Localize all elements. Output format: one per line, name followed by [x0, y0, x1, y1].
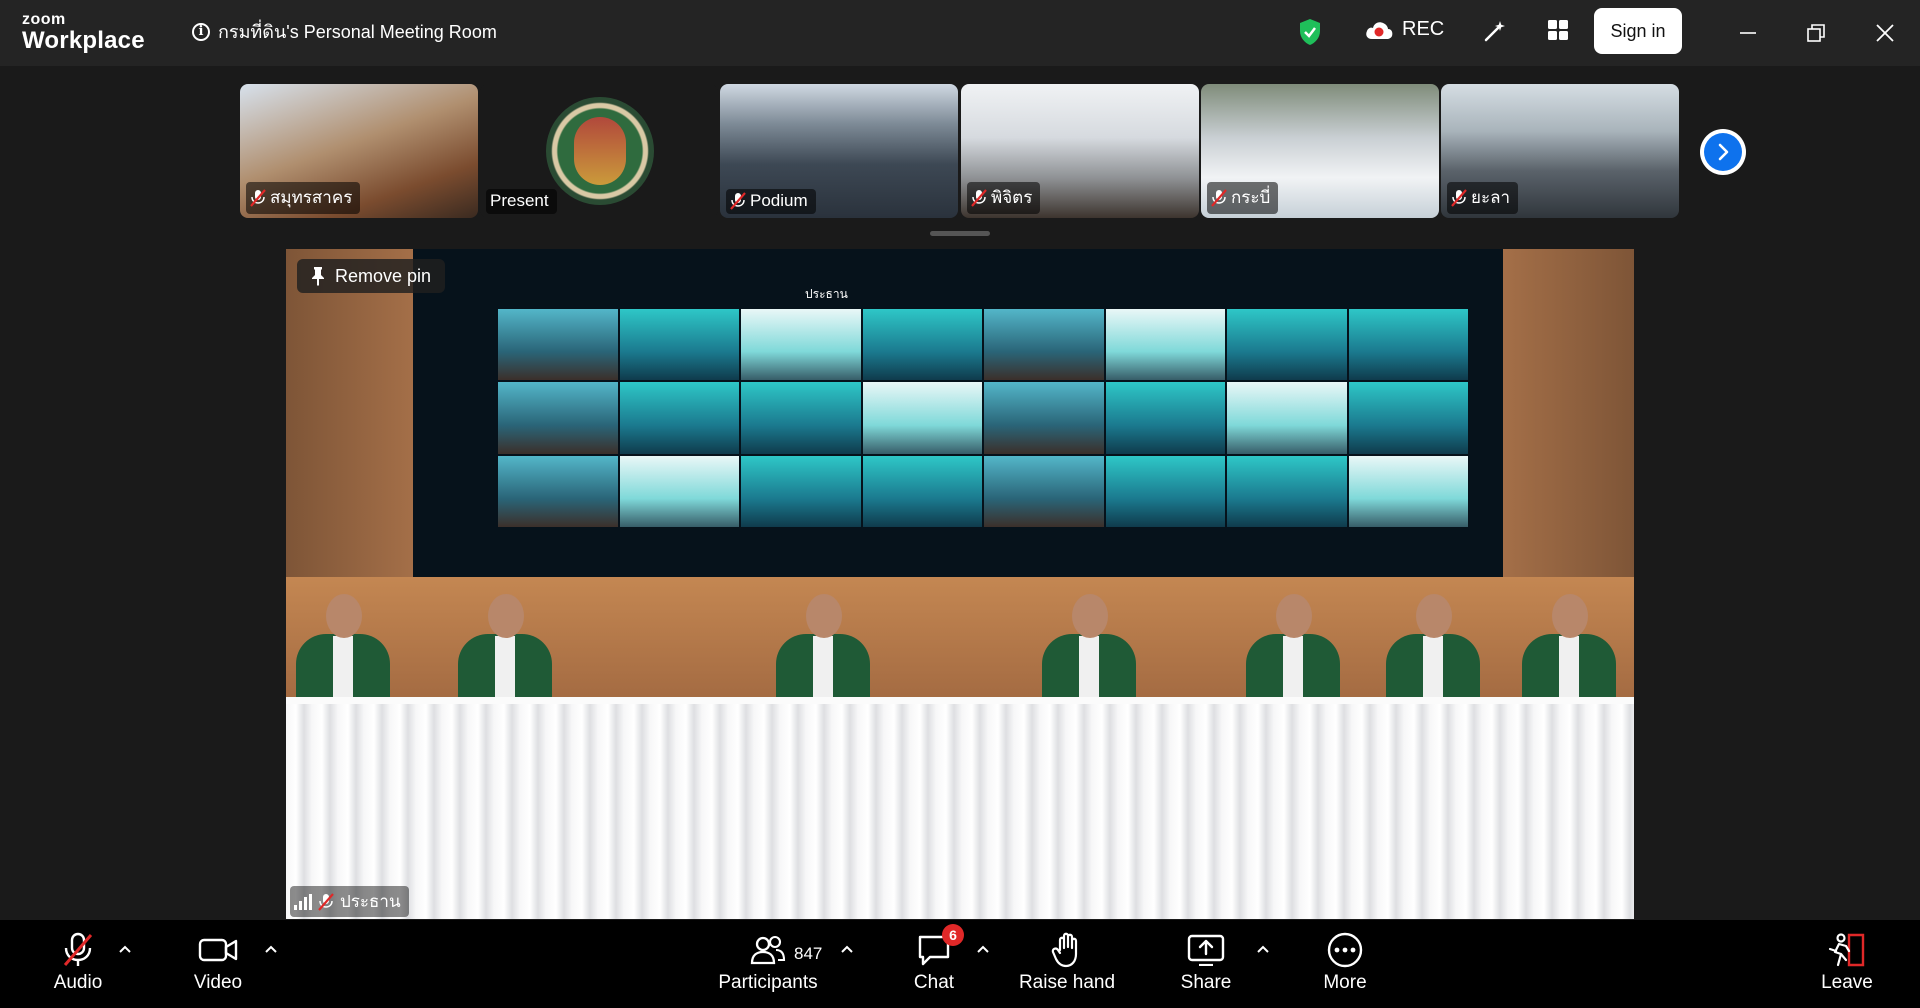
leave-door-icon [1828, 933, 1865, 967]
participant-tile[interactable]: กระบี่ [1201, 84, 1439, 218]
person [776, 594, 870, 716]
audio-options-caret-icon[interactable] [118, 942, 132, 956]
raise-hand-label: Raise hand [1018, 972, 1116, 993]
sign-in-button[interactable]: Sign in [1594, 8, 1682, 54]
mic-muted-icon [730, 192, 746, 210]
rec-label: REC [1402, 18, 1445, 40]
audio-button[interactable]: Audio [50, 932, 106, 994]
logo-bottom: Workplace [22, 27, 145, 54]
logo-top: zoom [22, 11, 66, 28]
person [1246, 594, 1340, 716]
participant-name-tag: กระบี่ [1207, 182, 1279, 214]
participant-thumbnail-strip: สมุทรสาคร Present Podium พิจิตร กระบี่ ย… [0, 66, 1920, 236]
recording-indicator[interactable]: REC [1364, 18, 1444, 41]
participants-label: Participants [718, 972, 818, 993]
participant-name-tag: Podium [726, 189, 816, 214]
more-button[interactable]: More [1320, 932, 1370, 994]
person [458, 594, 552, 716]
video-button[interactable]: Video [190, 932, 246, 994]
more-label: More [1323, 972, 1367, 993]
info-icon[interactable]: i [192, 22, 210, 41]
participant-name-tag: Present [486, 189, 557, 214]
table-skirt [286, 704, 1634, 919]
speaker-name: ประธาน [340, 892, 401, 911]
share-label: Share [1180, 972, 1232, 993]
screen-caption: ประธาน [805, 287, 848, 301]
participant-tile[interactable]: ยะลา [1441, 84, 1679, 218]
pin-icon [312, 267, 324, 286]
magic-wand-icon[interactable] [1482, 18, 1508, 49]
pinned-video[interactable]: ประธาน Remove pin ประธาน [286, 249, 1634, 919]
participant-tile[interactable]: Podium [720, 84, 958, 218]
mic-muted-icon [1451, 188, 1467, 207]
mic-muted-icon [971, 188, 987, 207]
leave-button[interactable]: Leave [1821, 932, 1873, 994]
leave-label: Leave [1821, 972, 1873, 993]
mic-muted-icon [318, 892, 334, 911]
share-button[interactable]: Share [1180, 932, 1232, 994]
participants-options-caret-icon[interactable] [840, 942, 854, 956]
participant-name-tag: ยะลา [1447, 182, 1519, 214]
participants-icon [750, 935, 786, 965]
close-window-button[interactable] [1870, 18, 1900, 48]
participant-name: ยะลา [1471, 188, 1511, 207]
meeting-controls-toolbar: Audio Video Participants 847 6 Chat Rais… [0, 920, 1920, 1008]
participant-name: พิจิตร [991, 188, 1033, 207]
department-seal-avatar [546, 97, 654, 205]
chat-label: Chat [913, 972, 955, 993]
person [1042, 594, 1136, 716]
person [1386, 594, 1480, 716]
video-camera-icon [198, 938, 238, 962]
minimize-window-button[interactable] [1733, 18, 1763, 48]
restore-window-button[interactable] [1801, 18, 1831, 48]
person [296, 594, 390, 716]
apps-icon[interactable] [1546, 18, 1570, 47]
panel-officials [286, 579, 1634, 716]
zoom-workplace-logo: zoom Workplace [22, 12, 145, 53]
chat-button[interactable]: 6 Chat [912, 924, 964, 994]
chat-options-caret-icon[interactable] [976, 942, 990, 956]
minimize-icon [1740, 32, 1756, 34]
screen-gallery-grid [498, 309, 1468, 527]
more-dots-icon [1327, 932, 1363, 968]
video-wall-screen: ประธาน [413, 249, 1503, 577]
video-options-caret-icon[interactable] [264, 942, 278, 956]
meeting-title: กรมที่ดิน's Personal Meeting Room [218, 22, 497, 42]
share-screen-icon [1187, 934, 1225, 966]
participant-name: Podium [750, 191, 808, 210]
signal-strength-icon [294, 893, 312, 910]
encryption-shield-icon[interactable] [1298, 18, 1322, 51]
chevron-right-icon [1718, 143, 1729, 161]
person [1522, 594, 1616, 716]
next-page-button[interactable] [1700, 129, 1746, 175]
close-icon [1876, 24, 1894, 42]
chat-unread-badge: 6 [942, 924, 964, 946]
cloud-record-icon [1366, 21, 1393, 39]
mic-muted-icon [1211, 188, 1227, 207]
audio-label: Audio [53, 972, 103, 993]
meeting-info[interactable]: i กรมที่ดิน's Personal Meeting Room [192, 17, 497, 46]
participant-name: Present [490, 191, 549, 210]
mic-muted-icon [63, 932, 93, 966]
video-label: Video [193, 972, 243, 993]
title-bar: zoom Workplace i กรมที่ดิน's Personal Me… [0, 0, 1920, 66]
remove-pin-label: Remove pin [335, 265, 432, 286]
participant-tile[interactable]: สมุทรสาคร [240, 84, 478, 218]
participant-name-tag: พิจิตร [967, 182, 1041, 214]
speaker-name-tag: ประธาน [290, 886, 409, 917]
raise-hand-button[interactable]: Raise hand [1018, 932, 1116, 994]
participant-tile[interactable]: พิจิตร [961, 84, 1199, 218]
hand-icon [1051, 932, 1078, 968]
participant-name: กระบี่ [1231, 188, 1271, 207]
restore-icon [1807, 24, 1825, 42]
strip-resize-handle[interactable] [930, 231, 990, 236]
participant-name-tag: สมุทรสาคร [246, 182, 361, 214]
participant-name: สมุทรสาคร [270, 188, 353, 207]
participants-count: 847 [794, 944, 823, 963]
share-options-caret-icon[interactable] [1256, 942, 1270, 956]
mic-muted-icon [250, 188, 266, 207]
remove-pin-button[interactable]: Remove pin [297, 259, 446, 293]
